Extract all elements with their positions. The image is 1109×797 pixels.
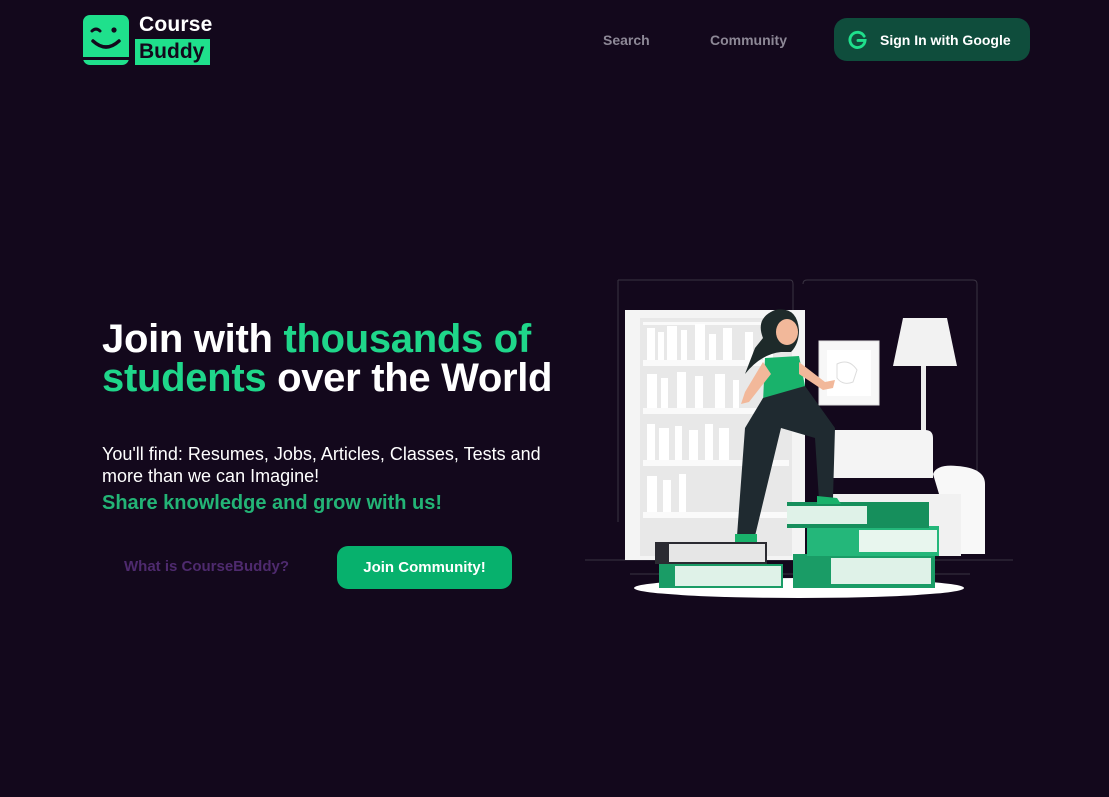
nav-community-link[interactable]: Community — [710, 32, 787, 48]
join-community-button[interactable]: Join Community! — [337, 546, 512, 589]
join-community-label: Join Community! — [363, 559, 486, 576]
hero-tagline: Share knowledge and grow with us! — [102, 492, 443, 514]
logo-text-course: Course — [139, 13, 213, 36]
smiley-logo-icon — [83, 15, 129, 65]
what-is-coursebuddy-link[interactable]: What is CourseBuddy? — [124, 558, 289, 575]
logo-text-buddy: Buddy — [135, 39, 211, 65]
hero-title-part2: over the World — [266, 356, 553, 400]
hero-title-part1: Join with — [102, 317, 284, 361]
coursebuddy-logo[interactable]: Course Buddy — [83, 13, 215, 67]
student-books-illustration — [585, 279, 1013, 598]
hero-subtitle: You'll find: Resumes, Jobs, Articles, Cl… — [102, 444, 541, 486]
sign-in-label: Sign In with Google — [880, 32, 1011, 48]
hero-title: Join with thousands of students over the… — [102, 317, 572, 400]
sign-in-google-button[interactable]: Sign In with Google — [834, 18, 1030, 61]
nav-search-link[interactable]: Search — [603, 32, 650, 48]
google-g-icon — [848, 30, 867, 49]
